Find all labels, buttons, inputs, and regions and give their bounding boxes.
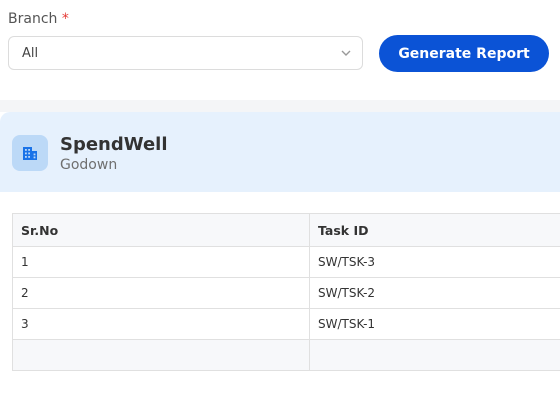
table-row: 1 SW/TSK-3 (12, 246, 560, 278)
empty-cell (12, 339, 310, 371)
org-subtitle: Godown (60, 157, 118, 173)
branch-label: Branch * (8, 11, 69, 27)
table-row: 3 SW/TSK-1 (12, 308, 560, 340)
empty-cell (309, 339, 560, 371)
cell-task-id: SW/TSK-3 (309, 246, 560, 278)
branch-select-value: All (22, 46, 39, 61)
org-header: SpendWell Godown (0, 112, 560, 192)
table-row: 2 SW/TSK-2 (12, 277, 560, 309)
org-name: SpendWell (60, 134, 168, 155)
table-footer-row (12, 339, 560, 371)
cell-task-id: SW/TSK-2 (309, 277, 560, 309)
cell-srno: 3 (12, 308, 310, 340)
filter-bar: Branch * All Generate Report (0, 0, 560, 100)
generate-report-button[interactable]: Generate Report (379, 35, 549, 72)
building-icon (12, 135, 48, 171)
column-header-srno[interactable]: Sr.No (12, 213, 310, 247)
column-header-task-id[interactable]: Task ID (309, 213, 560, 247)
report-table: Sr.No Task ID 1 SW/TSK-3 2 SW/TSK-2 3 SW… (12, 213, 560, 371)
branch-label-text: Branch (8, 11, 58, 27)
cell-srno: 1 (12, 246, 310, 278)
required-star: * (61, 11, 69, 27)
cell-task-id: SW/TSK-1 (309, 308, 560, 340)
table-header-row: Sr.No Task ID (12, 213, 560, 247)
section-divider (0, 100, 560, 112)
chevron-down-icon (341, 50, 351, 56)
cell-srno: 2 (12, 277, 310, 309)
branch-select[interactable]: All (8, 36, 363, 70)
